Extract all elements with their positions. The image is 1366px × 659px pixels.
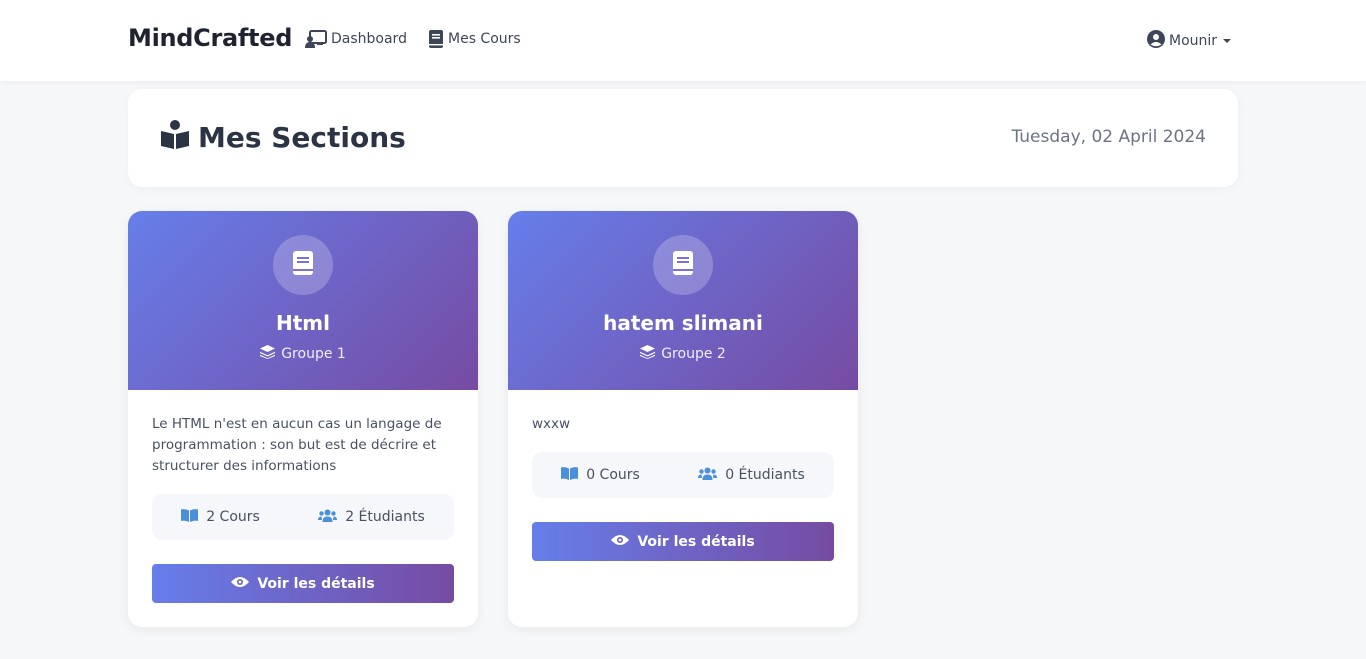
eye-icon	[231, 576, 250, 592]
user-circle-icon	[1147, 30, 1165, 52]
section-description: Le HTML n'est en aucun cas un langage de…	[152, 416, 442, 474]
section-stats: 0 Cours 0 Étudiants	[532, 452, 834, 498]
book-icon	[292, 251, 314, 279]
section-icon-circle	[273, 235, 333, 295]
section-description: wxxw	[532, 416, 571, 432]
page-title-text: Mes Sections	[198, 121, 406, 154]
course-count-label: 2 Cours	[206, 509, 260, 525]
student-count: 2 Étudiants	[318, 509, 425, 526]
course-count-label: 0 Cours	[586, 467, 640, 483]
layer-group-icon	[260, 345, 276, 363]
brand-logo[interactable]: MindCrafted	[128, 24, 292, 52]
section-group: Groupe 1	[128, 345, 478, 363]
student-count-label: 0 Étudiants	[725, 467, 805, 483]
section-stats: 2 Cours 2 Étudiants	[152, 494, 454, 540]
book-open-icon	[181, 508, 199, 526]
user-menu-dropdown[interactable]: Mounir	[1147, 30, 1232, 52]
section-card-body: wxxw 0 Cours 0 Étudiants Voir les détail…	[508, 390, 858, 585]
section-card: Html Groupe 1 Le HTML n'est en aucun cas…	[128, 211, 478, 627]
section-card: hatem slimani Groupe 2 wxxw 0 Cours 0 Ét…	[508, 211, 858, 627]
user-name: Mounir	[1169, 33, 1218, 49]
eye-icon	[611, 534, 630, 550]
student-count-label: 2 Étudiants	[345, 509, 425, 525]
section-card-body: Le HTML n'est en aucun cas un langage de…	[128, 390, 478, 627]
nav-dashboard-label: Dashboard	[331, 31, 407, 47]
book-icon	[428, 30, 444, 48]
book-reader-icon	[160, 119, 190, 156]
page-title: Mes Sections	[160, 119, 406, 156]
section-title: hatem slimani	[603, 311, 763, 335]
layer-group-icon	[640, 345, 656, 363]
view-details-button[interactable]: Voir les détails	[532, 522, 834, 561]
view-details-label: Voir les détails	[637, 533, 755, 550]
section-card-header: hatem slimani Groupe 2	[508, 211, 858, 390]
section-group-label: Groupe 2	[661, 346, 726, 362]
view-details-button[interactable]: Voir les détails	[152, 564, 454, 603]
book-icon	[672, 251, 694, 279]
nav-mes-cours-label: Mes Cours	[448, 31, 521, 47]
course-count: 2 Cours	[181, 508, 260, 526]
section-title: Html	[276, 311, 330, 335]
section-group: Groupe 2	[508, 345, 858, 363]
nav-dashboard-link[interactable]: Dashboard	[305, 30, 407, 48]
course-count: 0 Cours	[561, 466, 640, 484]
book-open-icon	[561, 466, 579, 484]
chalkboard-teacher-icon	[305, 30, 327, 48]
top-navbar: MindCrafted Dashboard Mes Cours Mounir	[0, 0, 1366, 81]
student-count: 0 Étudiants	[698, 467, 805, 484]
section-group-label: Groupe 1	[281, 346, 346, 362]
current-date: Tuesday, 02 April 2024	[1011, 127, 1206, 147]
chevron-down-icon	[1223, 39, 1232, 43]
users-icon	[698, 467, 718, 484]
nav-mes-cours-link[interactable]: Mes Cours	[428, 30, 521, 48]
section-icon-circle	[653, 235, 713, 295]
page-header-card: Mes Sections Tuesday, 02 April 2024	[128, 89, 1238, 187]
section-card-header: Html Groupe 1	[128, 211, 478, 390]
view-details-label: Voir les détails	[257, 575, 375, 592]
users-icon	[318, 509, 338, 526]
